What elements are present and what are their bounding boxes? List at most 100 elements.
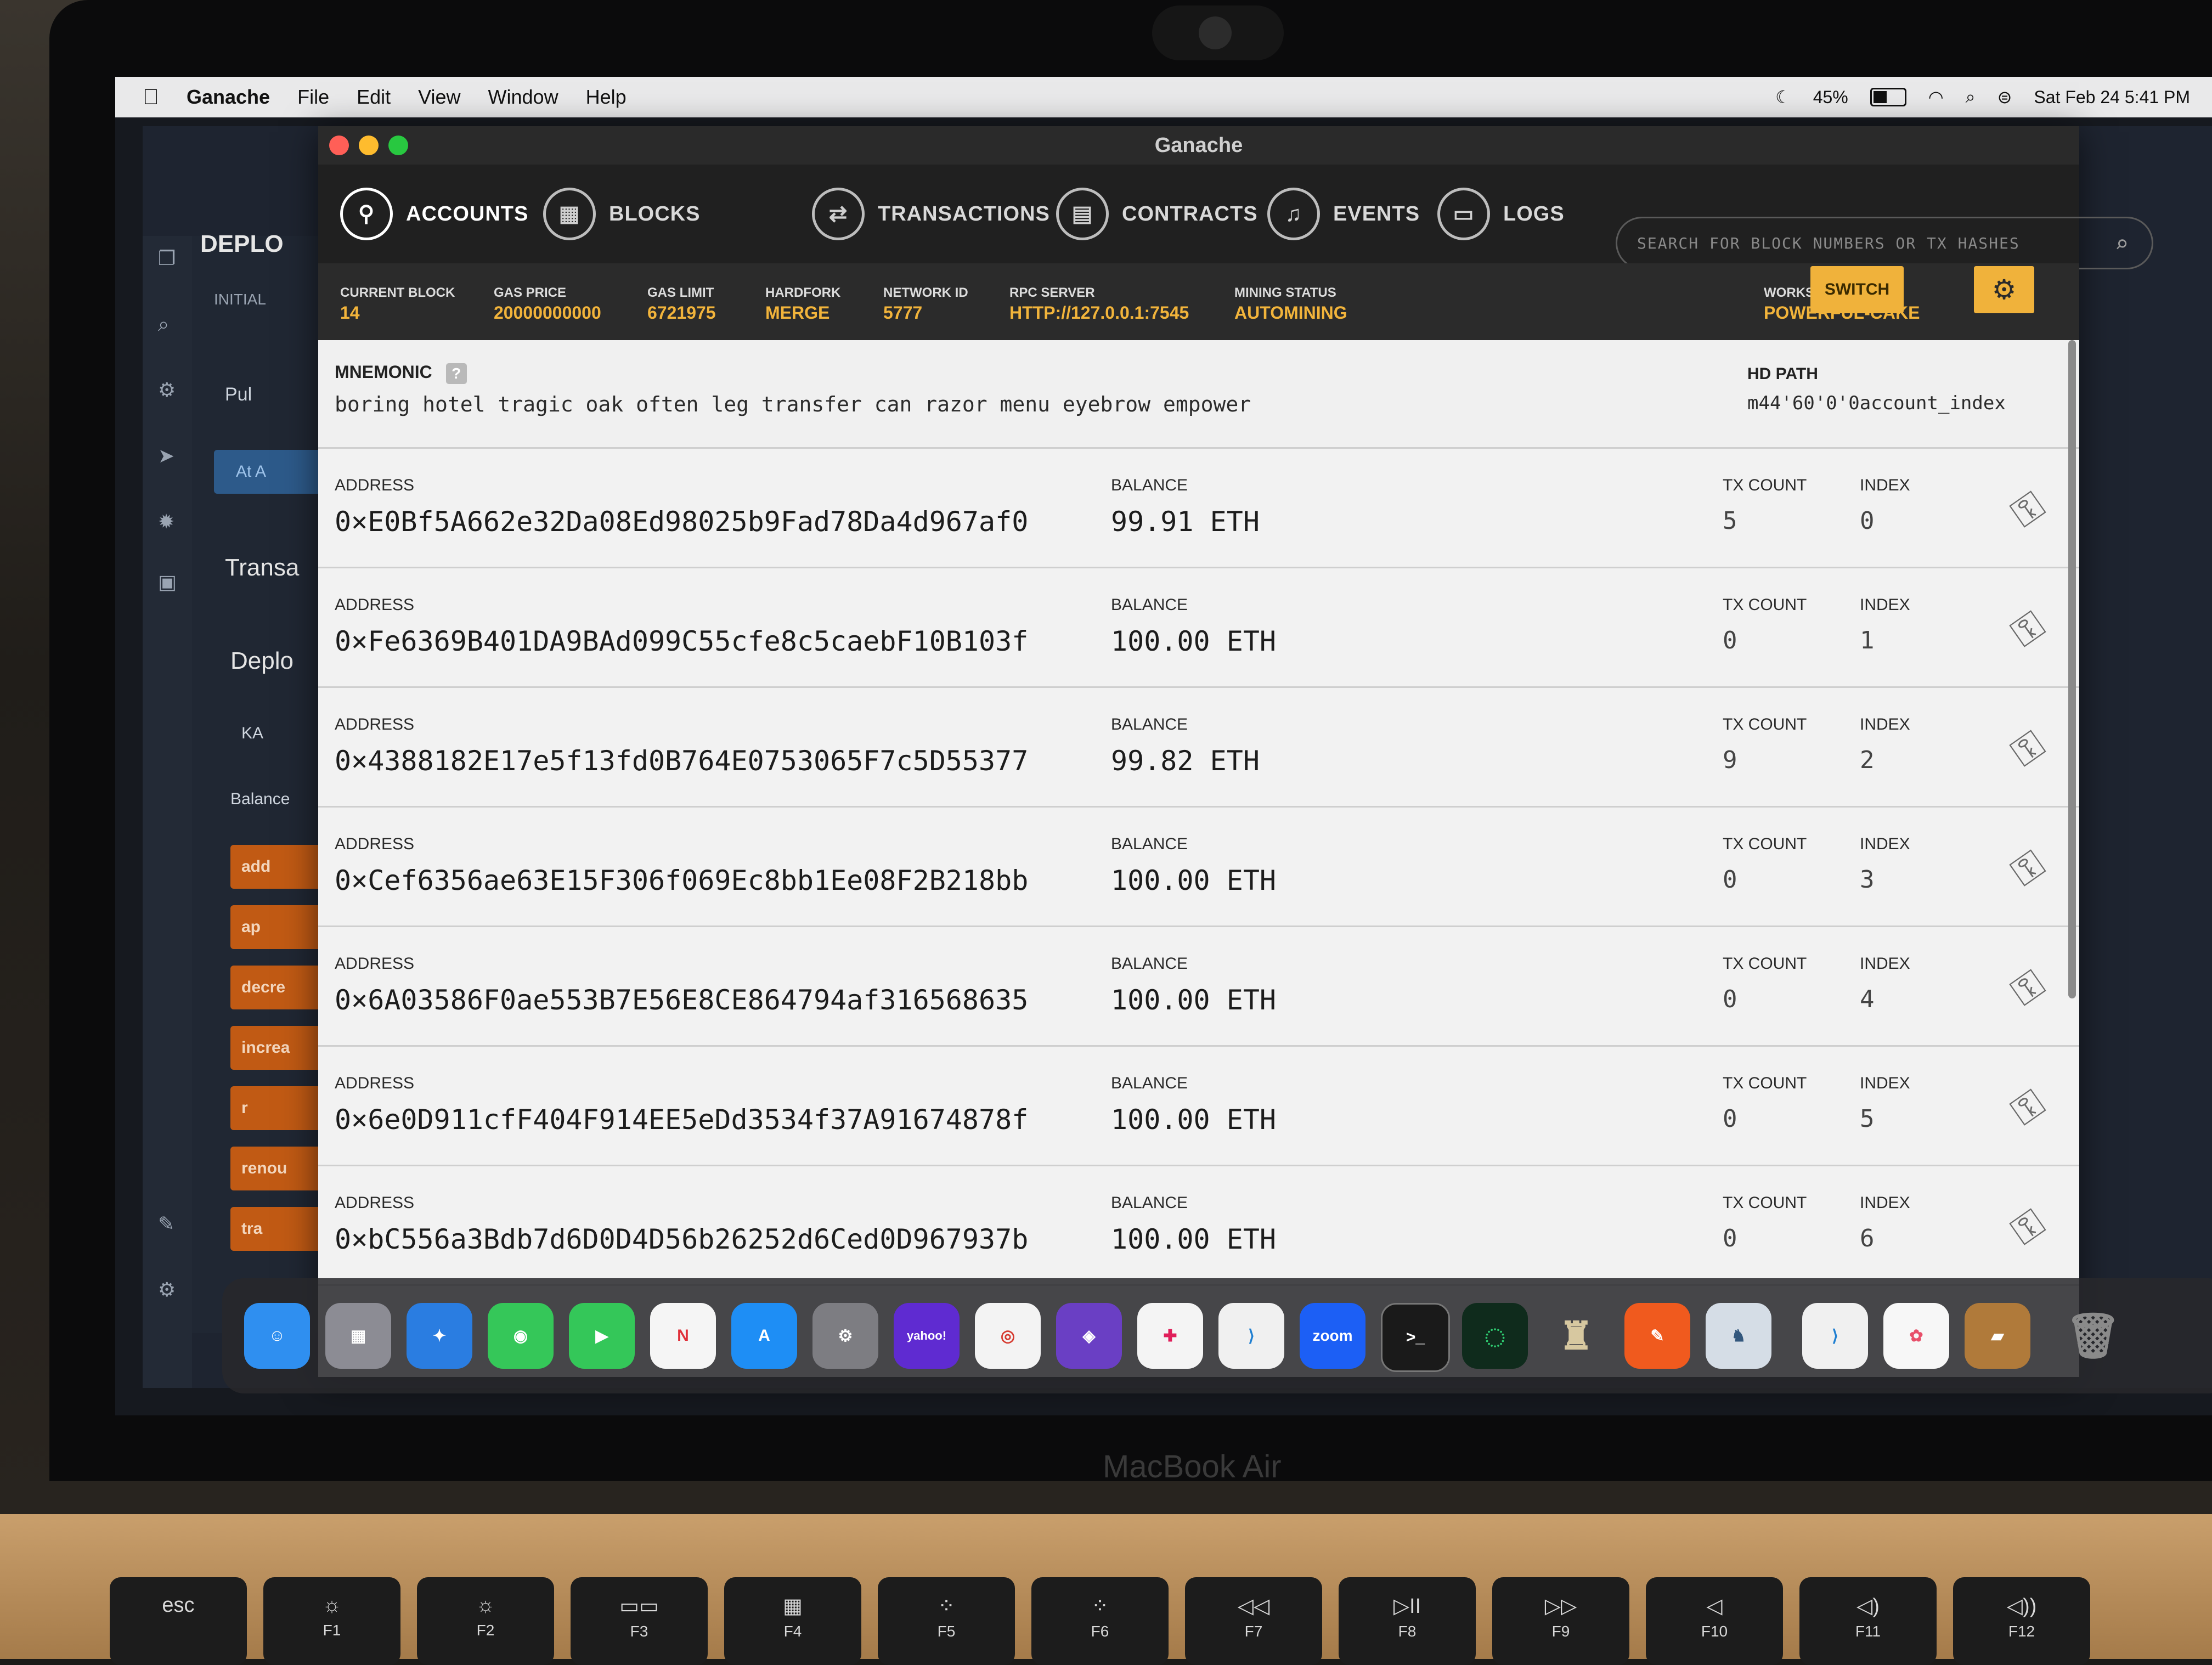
- postgres-icon[interactable]: ♞: [1706, 1303, 1771, 1369]
- key-icon[interactable]: ⚿: [2003, 722, 2053, 776]
- key-icon[interactable]: ⚿: [2003, 1200, 2053, 1254]
- key-f9[interactable]: ▷▷ F9: [1492, 1577, 1629, 1665]
- search-icon[interactable]: ⌕: [2115, 230, 2130, 257]
- facetime-icon[interactable]: ▶: [569, 1303, 635, 1369]
- terminal-icon[interactable]: >_: [1381, 1303, 1450, 1372]
- search-icon[interactable]: ⌕: [158, 313, 180, 335]
- key-top: ▦: [783, 1595, 803, 1618]
- clock[interactable]: Sat Feb 24 5:41 PM: [2034, 87, 2190, 108]
- key-f10[interactable]: ◁ F10: [1646, 1577, 1783, 1665]
- tab-contracts[interactable]: ▤ CONTRACTS: [1056, 184, 1258, 244]
- zoom-icon[interactable]: zoom: [1300, 1303, 1365, 1369]
- account-row[interactable]: ADDRESS 0×6A03586F0ae553B7E56E8CE864794af…: [318, 927, 2079, 1047]
- menu-app-name[interactable]: Ganache: [187, 86, 270, 109]
- debugger-icon[interactable]: ✹: [158, 510, 180, 533]
- switch-workspace-button[interactable]: SWITCH: [1810, 266, 1904, 313]
- safari-icon[interactable]: ✦: [407, 1303, 472, 1369]
- tab-logs[interactable]: ▭ LOGS: [1437, 184, 1565, 244]
- key-f6[interactable]: ⁘ F6: [1031, 1577, 1169, 1665]
- stat-value: HTTP://127.0.0.1:7545: [1009, 303, 1189, 323]
- key-icon[interactable]: ⚿: [2003, 842, 2053, 895]
- address-value: 0×Cef6356ae63E15F306f069Ec8bb1Ee08F2B218…: [335, 865, 1029, 896]
- panel-balance: Balance: [230, 790, 290, 808]
- photos-icon[interactable]: ✿: [1883, 1303, 1949, 1369]
- menu-file[interactable]: File: [297, 86, 329, 109]
- account-row[interactable]: ADDRESS 0×4388182E17e5f13fd0B764E0753065F…: [318, 688, 2079, 808]
- key-icon[interactable]: ⚿: [2003, 961, 2053, 1015]
- balance-label: BALANCE: [1111, 1074, 1188, 1092]
- slack-icon[interactable]: ✚: [1137, 1303, 1203, 1369]
- key-icon[interactable]: ⚿: [2003, 1081, 2053, 1135]
- stat-label: MINING STATUS: [1234, 285, 1336, 300]
- settings-icon[interactable]: ⚙: [158, 1278, 180, 1301]
- account-row[interactable]: ADDRESS 0×Fe6369B401DA9BAd099C55cfe8c5cae…: [318, 568, 2079, 688]
- launchpad-icon[interactable]: ▦: [325, 1303, 391, 1369]
- key-esc[interactable]: esc: [110, 1577, 247, 1665]
- key-f4[interactable]: ▦ F4: [724, 1577, 861, 1665]
- cake-icon[interactable]: ▰: [1965, 1303, 2030, 1369]
- control-center-icon[interactable]: ⊜: [1997, 87, 2012, 108]
- key-top: ☼: [476, 1594, 495, 1617]
- vscode-icon[interactable]: ⟩: [1218, 1303, 1284, 1369]
- menu-help[interactable]: Help: [586, 86, 627, 109]
- key-f8[interactable]: ▷II F8: [1339, 1577, 1476, 1665]
- trash-icon[interactable]: 🗑: [2060, 1303, 2126, 1369]
- chrome-icon[interactable]: ◎: [975, 1303, 1041, 1369]
- index-cell: INDEX 5: [1860, 1074, 1910, 1133]
- app-store-icon[interactable]: A: [731, 1303, 797, 1369]
- at-address-button[interactable]: At A: [214, 450, 335, 494]
- settings-gear-icon[interactable]: ⚙: [1974, 266, 2034, 313]
- key-f11[interactable]: ◁) F11: [1799, 1577, 1937, 1665]
- moon-icon[interactable]: ☾: [1775, 87, 1791, 108]
- yahoo-mail-icon[interactable]: yahoo!: [894, 1303, 960, 1369]
- key-f3[interactable]: ▭▭ F3: [571, 1577, 708, 1665]
- balance-value: 100.00 ETH: [1111, 625, 1277, 657]
- apple-icon[interactable]: : [143, 85, 159, 110]
- github-desktop-icon[interactable]: ◈: [1056, 1303, 1122, 1369]
- wifi-icon[interactable]: ◠: [1928, 87, 1944, 108]
- ganache-icon[interactable]: ◌: [1462, 1303, 1528, 1369]
- spotlight-icon[interactable]: ⌕: [1966, 87, 1976, 108]
- account-row[interactable]: ADDRESS 0×6e0D911cfF404F914EE5eDd3534f37A…: [318, 1047, 2079, 1166]
- menu-window[interactable]: Window: [488, 86, 558, 109]
- key-bottom: F12: [2008, 1623, 2035, 1640]
- key-f1[interactable]: ☼ F1: [263, 1577, 400, 1665]
- tab-events[interactable]: ♫ EVENTS: [1267, 184, 1420, 244]
- battery-icon[interactable]: [1870, 88, 1906, 106]
- vscode-2-icon[interactable]: ⟩: [1802, 1303, 1868, 1369]
- index-value: 2: [1860, 746, 1875, 774]
- help-icon[interactable]: ?: [445, 363, 467, 384]
- panel-contract[interactable]: KA: [241, 724, 263, 743]
- panel-publish[interactable]: Pul: [225, 384, 252, 405]
- rocket-icon[interactable]: ♜: [1543, 1303, 1609, 1369]
- index-label: INDEX: [1860, 955, 1910, 973]
- key-f7[interactable]: ◁◁ F7: [1185, 1577, 1322, 1665]
- key-icon[interactable]: ⚿: [2003, 602, 2053, 656]
- plugin-icon[interactable]: ✎: [158, 1212, 180, 1235]
- account-row[interactable]: ADDRESS 0×Cef6356ae63E15F306f069Ec8bb1Ee0…: [318, 808, 2079, 927]
- compiler-icon[interactable]: ⚙: [158, 379, 180, 401]
- messages-icon[interactable]: ◉: [488, 1303, 554, 1369]
- address-label: ADDRESS: [335, 955, 415, 973]
- account-row[interactable]: ADDRESS 0×bC556a3Bdb7d6D0D4D56b26252d6Ced…: [318, 1166, 2079, 1286]
- news-icon[interactable]: N: [650, 1303, 716, 1369]
- tab-transactions[interactable]: ⇄ TRANSACTIONS: [812, 184, 1050, 244]
- tab-accounts[interactable]: ⚲ ACCOUNTS: [340, 184, 528, 244]
- key-f2[interactable]: ☼ F2: [417, 1577, 554, 1665]
- key-f5[interactable]: ⁘ F5: [878, 1577, 1015, 1665]
- key-icon[interactable]: ⚿: [2003, 483, 2053, 537]
- menu-edit[interactable]: Edit: [357, 86, 391, 109]
- file-explorer-icon[interactable]: ❐: [158, 247, 180, 269]
- key-f12[interactable]: ◁)) F12: [1953, 1577, 2090, 1665]
- key-top: ▷▷: [1544, 1595, 1577, 1618]
- system-settings-icon[interactable]: ⚙: [812, 1303, 878, 1369]
- learn-icon[interactable]: ▣: [158, 571, 180, 593]
- pen-app-icon[interactable]: ✎: [1624, 1303, 1690, 1369]
- tab-blocks[interactable]: ▦ BLOCKS: [543, 184, 700, 244]
- account-row[interactable]: ADDRESS 0×E0Bf5A662e32Da08Ed98025b9Fad78D…: [318, 449, 2079, 568]
- menu-view[interactable]: View: [418, 86, 460, 109]
- finder-icon[interactable]: ☺: [244, 1303, 310, 1369]
- deploy-icon[interactable]: ➤: [158, 444, 180, 467]
- scrollbar[interactable]: [2068, 340, 2076, 998]
- search-input[interactable]: SEARCH FOR BLOCK NUMBERS OR TX HASHES ⌕: [1616, 217, 2153, 269]
